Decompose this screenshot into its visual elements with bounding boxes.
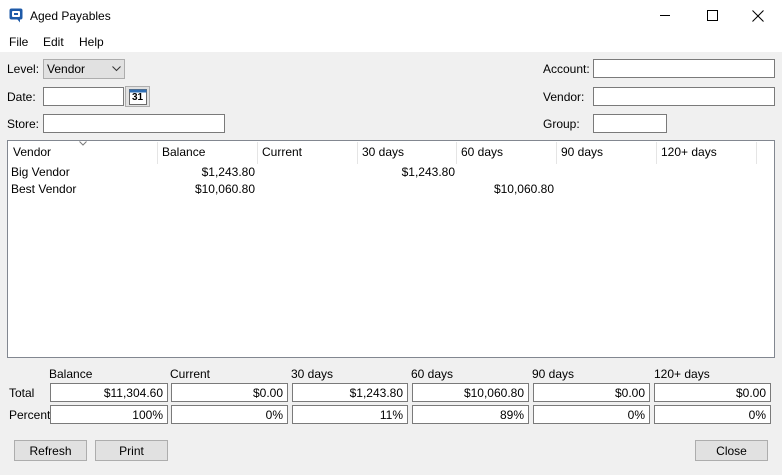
column-header-balance[interactable]: Balance bbox=[158, 142, 258, 164]
table-row-60-days: $10,060.80 bbox=[493, 182, 554, 196]
menu-file[interactable]: File bbox=[9, 35, 28, 49]
menu-help[interactable]: Help bbox=[79, 35, 104, 49]
level-select[interactable]: Vendor bbox=[43, 59, 125, 79]
chevron-down-icon bbox=[112, 66, 121, 72]
column-header-60-days[interactable]: 60 days bbox=[457, 142, 557, 164]
app-logo-icon bbox=[9, 8, 23, 23]
table-row-balance: $1,243.80 bbox=[201, 165, 255, 179]
table-row-vendor[interactable]: Best Vendor bbox=[11, 182, 76, 196]
print-button[interactable]: Print bbox=[95, 440, 168, 461]
account-input[interactable] bbox=[593, 59, 775, 78]
column-header-30-days[interactable]: 30 days bbox=[358, 142, 457, 164]
calendar-day: 31 bbox=[132, 92, 144, 103]
aged-payables-grid[interactable]: Vendor Balance Current 30 days 60 days 9… bbox=[7, 140, 775, 358]
percent-30-days-field: 11% bbox=[292, 405, 408, 424]
minimize-button[interactable] bbox=[642, 0, 688, 31]
table-row-vendor[interactable]: Big Vendor bbox=[11, 165, 70, 179]
percent-balance-field: 100% bbox=[50, 405, 168, 424]
total-balance-field: $11,304.60 bbox=[50, 383, 168, 402]
level-label: Level: bbox=[7, 62, 40, 76]
total-30-days-field: $1,243.80 bbox=[292, 383, 408, 402]
total-60-days-field: $10,060.80 bbox=[412, 383, 529, 402]
menu-bar bbox=[0, 32, 782, 52]
totals-header-90-days: 90 days bbox=[532, 367, 575, 381]
percent-90-days-field: 0% bbox=[533, 405, 650, 424]
totals-header-60-days: 60 days bbox=[411, 367, 454, 381]
column-header-120-days[interactable]: 120+ days bbox=[657, 142, 757, 164]
vendor-input[interactable] bbox=[593, 87, 775, 106]
totals-header-balance: Balance bbox=[49, 367, 93, 381]
percent-label: Percent bbox=[9, 408, 51, 422]
refresh-button[interactable]: Refresh bbox=[14, 440, 87, 461]
group-label: Group: bbox=[543, 117, 580, 131]
date-label: Date: bbox=[7, 90, 36, 104]
table-row-30-days: $1,243.80 bbox=[401, 165, 455, 179]
calendar-button[interactable]: 31 bbox=[125, 86, 150, 107]
total-120-days-field: $0.00 bbox=[654, 383, 771, 402]
column-header-current[interactable]: Current bbox=[258, 142, 358, 164]
close-icon bbox=[752, 9, 764, 22]
maximize-button[interactable] bbox=[689, 0, 735, 31]
percent-120-days-field: 0% bbox=[654, 405, 771, 424]
level-select-value: Vendor bbox=[47, 62, 86, 76]
totals-header-current: Current bbox=[170, 367, 211, 381]
store-input[interactable] bbox=[43, 114, 225, 133]
close-button[interactable]: Close bbox=[695, 440, 768, 461]
window-title: Aged Payables bbox=[30, 9, 111, 23]
minimize-icon bbox=[659, 15, 670, 16]
column-header-90-days[interactable]: 90 days bbox=[557, 142, 657, 164]
close-window-button[interactable] bbox=[735, 0, 781, 31]
maximize-icon bbox=[706, 10, 718, 21]
store-label: Store: bbox=[7, 117, 40, 131]
total-label: Total bbox=[9, 386, 35, 400]
sort-indicator-icon bbox=[79, 141, 87, 146]
totals-header-120-days: 120+ days bbox=[654, 367, 710, 381]
table-row-balance: $10,060.80 bbox=[194, 182, 255, 196]
total-current-field: $0.00 bbox=[171, 383, 288, 402]
percent-60-days-field: 89% bbox=[412, 405, 529, 424]
vendor-label: Vendor: bbox=[543, 90, 585, 104]
percent-current-field: 0% bbox=[171, 405, 288, 424]
total-90-days-field: $0.00 bbox=[533, 383, 650, 402]
totals-header-30-days: 30 days bbox=[291, 367, 334, 381]
date-input[interactable] bbox=[43, 87, 124, 106]
group-input[interactable] bbox=[593, 114, 667, 133]
menu-edit[interactable]: Edit bbox=[43, 35, 64, 49]
account-label: Account: bbox=[543, 62, 590, 76]
